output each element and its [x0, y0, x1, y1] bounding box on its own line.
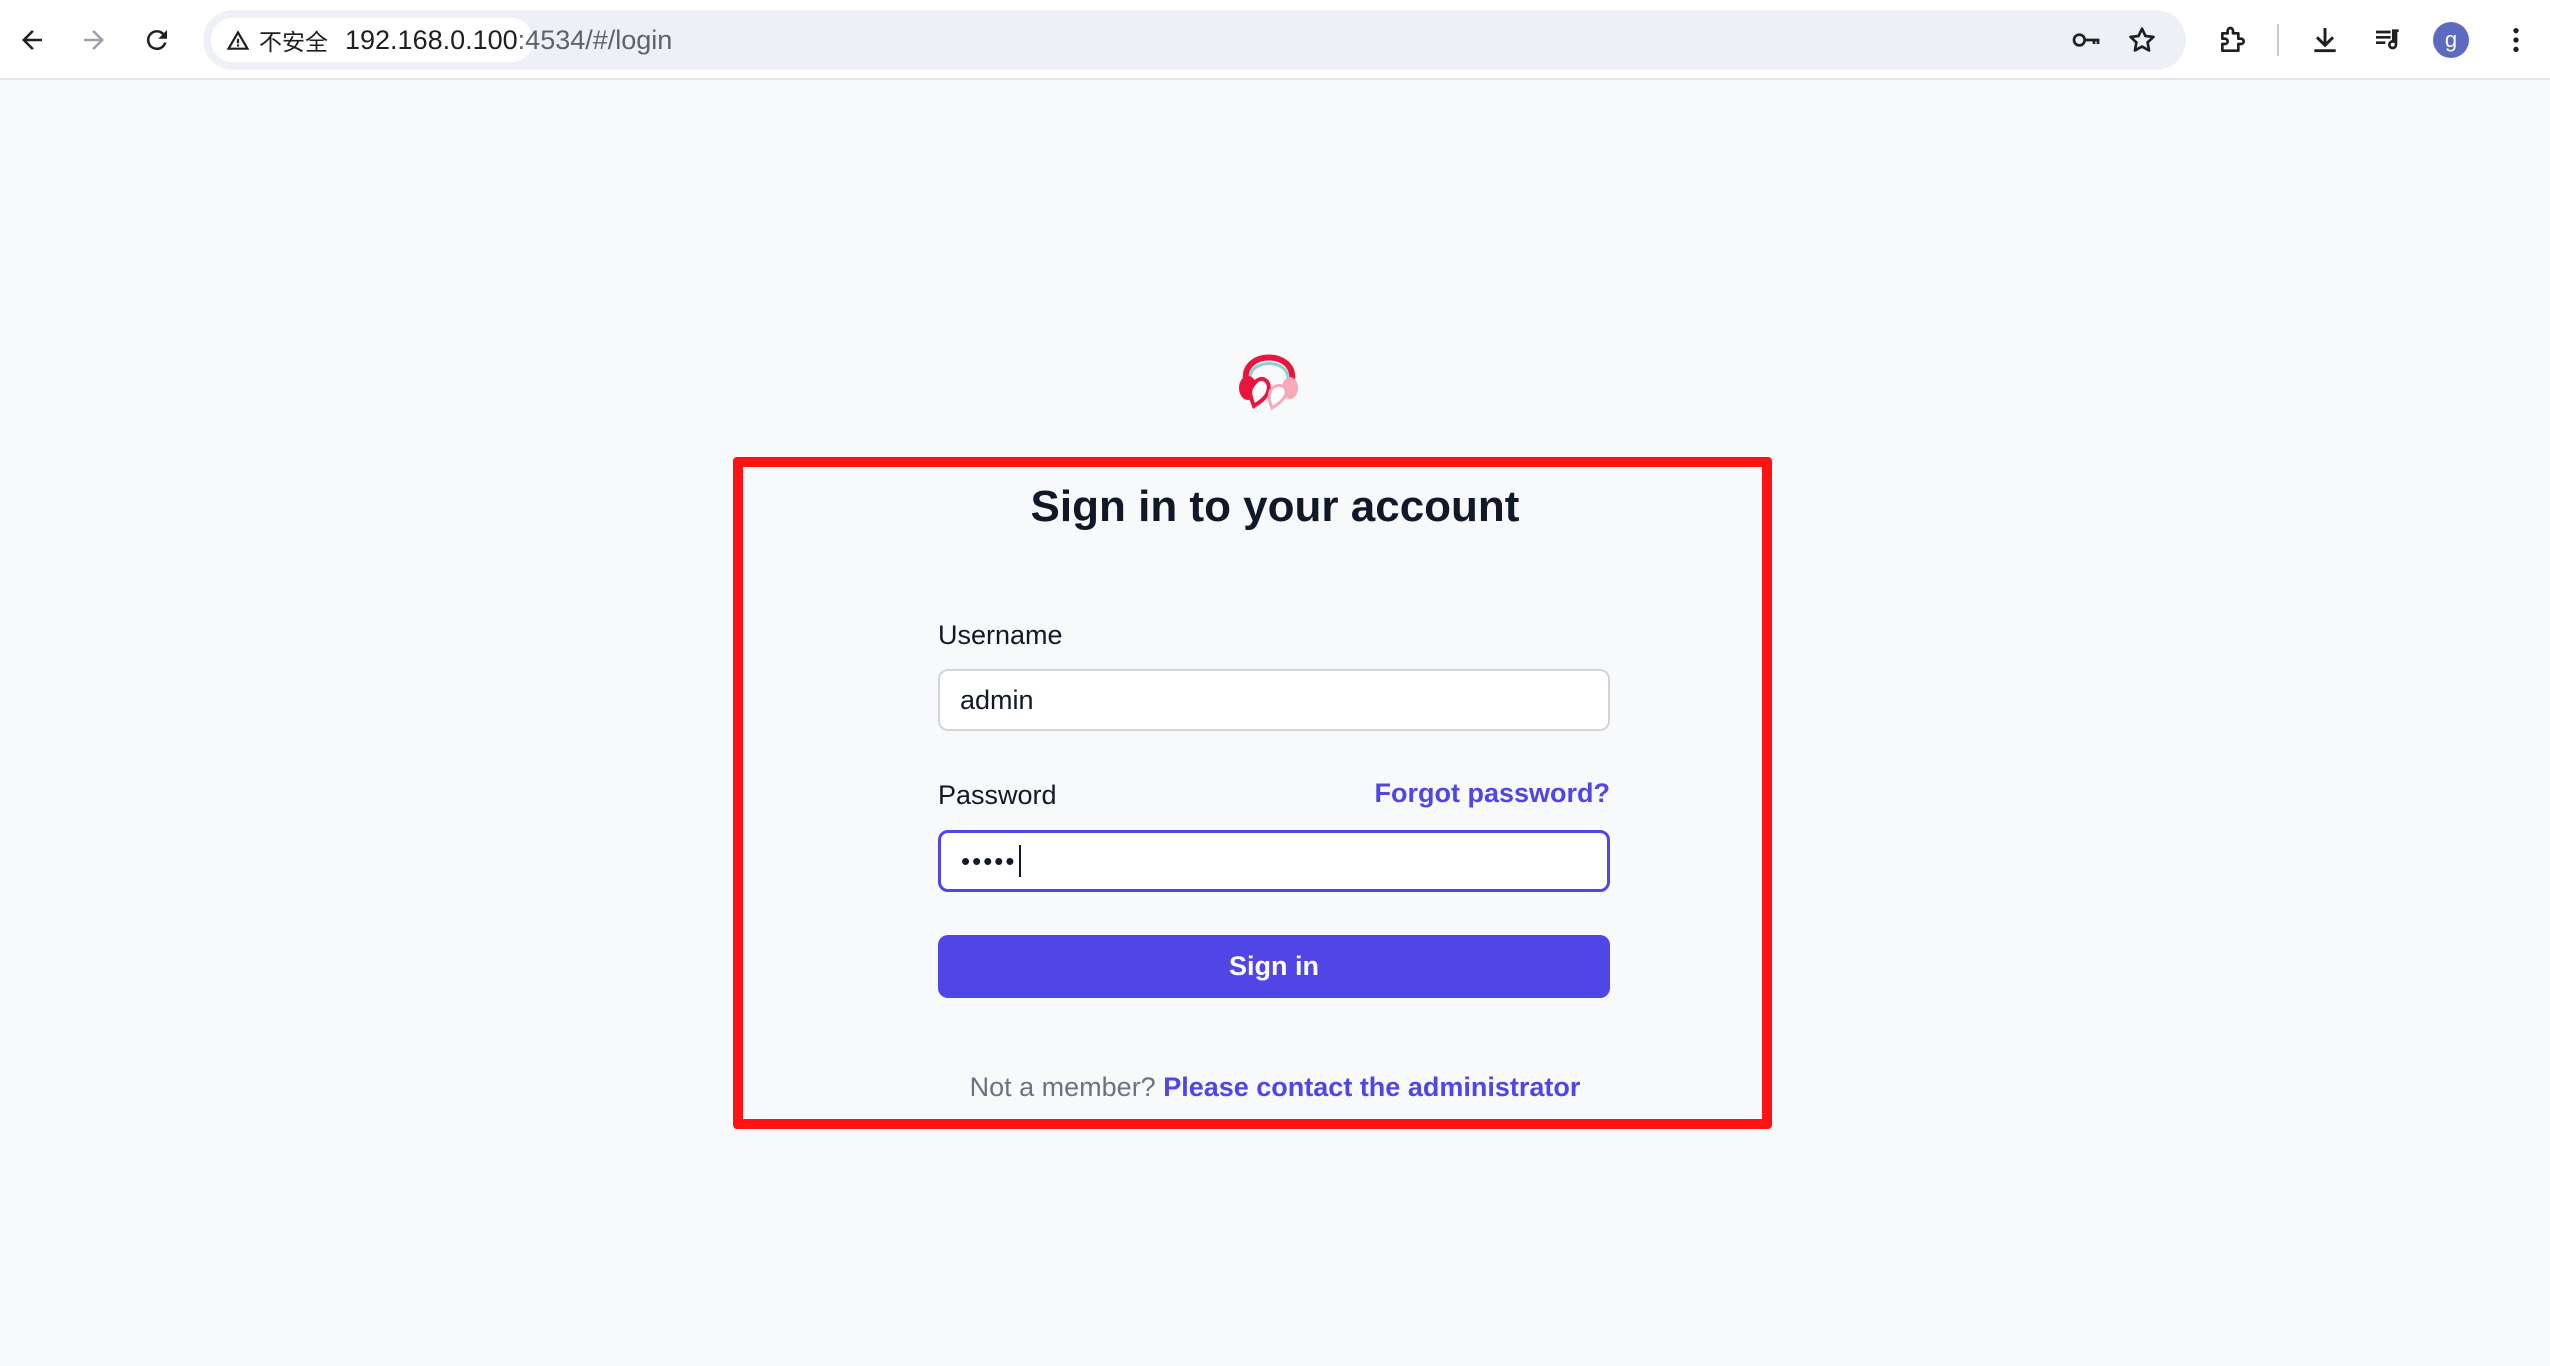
username-input[interactable]: admin — [938, 669, 1610, 731]
downloads-button[interactable] — [2303, 18, 2347, 62]
toolbar-divider — [2277, 24, 2279, 56]
sign-in-button[interactable]: Sign in — [938, 935, 1610, 998]
app-logo — [1232, 336, 1306, 412]
signup-note-prefix: Not a member? — [969, 1072, 1156, 1102]
warning-triangle-icon — [226, 30, 250, 50]
back-button[interactable] — [6, 14, 58, 66]
highlight-annotation-box — [733, 457, 1772, 1129]
puzzle-icon — [2221, 26, 2245, 52]
contact-administrator-link[interactable]: Please contact the administrator — [1163, 1072, 1580, 1102]
browser-menu-button[interactable] — [2494, 18, 2538, 62]
reload-icon — [146, 30, 167, 51]
text-caret — [1018, 845, 1021, 877]
browser-toolbar: 不安全 192.168.0.100:4534/#/login g — [0, 0, 2550, 80]
headphones-heart-logo — [1239, 354, 1298, 411]
password-manager-button[interactable] — [2066, 20, 2106, 60]
password-masked-value: ••••• — [961, 845, 1017, 876]
kebab-menu-icon — [2513, 28, 2519, 52]
url-text[interactable]: 192.168.0.100:4534/#/login — [345, 10, 672, 70]
extensions-button[interactable] — [2211, 18, 2255, 62]
url-path: :4534/#/login — [517, 25, 673, 55]
profile-avatar[interactable]: g — [2433, 22, 2469, 58]
page-title: Sign in to your account — [1030, 482, 1520, 531]
arrow-right-icon — [84, 30, 104, 50]
url-host: 192.168.0.100 — [345, 25, 518, 55]
address-bar[interactable]: 不安全 192.168.0.100:4534/#/login — [203, 10, 2186, 70]
password-label: Password — [938, 780, 1057, 810]
key-icon — [2072, 33, 2100, 47]
forgot-password-link[interactable]: Forgot password? — [1375, 778, 1611, 809]
forward-button[interactable] — [68, 14, 120, 66]
bookmark-button[interactable] — [2122, 20, 2162, 60]
password-input[interactable]: ••••• — [938, 830, 1610, 892]
arrow-left-icon — [22, 30, 42, 50]
signup-note: Not a member? Please contact the adminis… — [0, 1072, 2550, 1103]
reload-button[interactable] — [131, 14, 183, 66]
security-label: 不安全 — [259, 29, 328, 55]
star-icon — [2129, 27, 2155, 52]
username-label: Username — [938, 620, 1063, 650]
queue-music-icon — [2376, 29, 2399, 50]
download-icon — [2314, 28, 2336, 53]
media-controls-button[interactable] — [2366, 18, 2410, 62]
username-value: admin — [960, 684, 1034, 715]
